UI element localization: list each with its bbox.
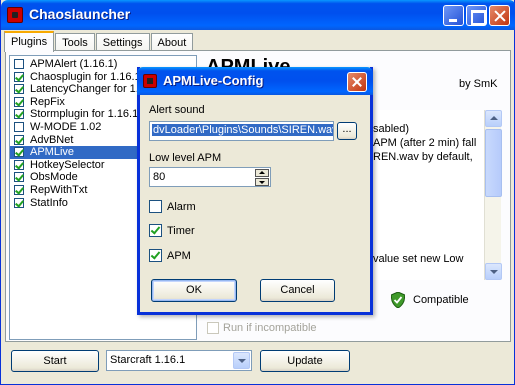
scroll-up-arrow-icon[interactable]: [485, 110, 502, 127]
tab-strip: Plugins Tools Settings About: [4, 31, 194, 52]
timer-label: Timer: [167, 224, 195, 237]
plugin-label: W-MODE 1.02: [30, 120, 102, 133]
apm-label: APM: [167, 249, 191, 262]
plugin-label: StatInfo: [30, 196, 68, 209]
plugin-checkbox[interactable]: [14, 109, 24, 120]
ok-button[interactable]: OK: [151, 279, 237, 302]
timer-checkbox[interactable]: Timer: [149, 224, 195, 237]
low-apm-label: Low level APM: [149, 152, 222, 164]
plugin-label: AdvBNet: [30, 133, 74, 146]
scroll-thumb[interactable]: [485, 129, 502, 197]
compatible-label: Compatible: [413, 294, 469, 306]
timer-box[interactable]: [149, 224, 162, 237]
spin-down-icon[interactable]: [255, 178, 269, 186]
plugin-checkbox[interactable]: [14, 172, 24, 183]
plugin-label: Stormplugin for 1.16.1: [30, 108, 139, 121]
spinner-buttons[interactable]: [255, 169, 269, 186]
plugin-label: RepWithTxt: [30, 183, 88, 196]
dialog-app-icon: [143, 74, 157, 88]
cancel-button[interactable]: Cancel: [260, 279, 335, 302]
spin-up-icon[interactable]: [255, 169, 269, 177]
start-button[interactable]: Start: [11, 350, 99, 372]
update-button[interactable]: Update: [260, 350, 350, 372]
alert-sound-value: dvLoader\Plugins\Sounds\SIREN.wav: [152, 124, 333, 136]
plugin-label: ObsMode: [30, 171, 78, 184]
dialog-title-bar[interactable]: APMLive-Config: [137, 67, 373, 95]
tab-plugins[interactable]: Plugins: [4, 31, 55, 52]
alert-sound-label: Alert sound: [149, 104, 205, 116]
version-select-value: Starcraft 1.16.1: [110, 354, 186, 366]
plugin-label: RepFix: [30, 95, 65, 108]
version-select[interactable]: Starcraft 1.16.1: [106, 350, 252, 371]
alarm-box[interactable]: [149, 200, 162, 213]
title-bar[interactable]: Chaoslauncher: [1, 0, 515, 30]
compatibility-status: Compatible: [391, 292, 469, 308]
run-if-incompatible-checkbox[interactable]: Run if incompatible: [207, 322, 317, 334]
chevron-down-icon[interactable]: [233, 352, 250, 369]
close-button[interactable]: [489, 5, 510, 26]
description-scrollbar[interactable]: [484, 110, 502, 280]
low-apm-spinner[interactable]: 80: [149, 167, 271, 187]
browse-button[interactable]: ...: [337, 122, 357, 140]
plugin-label: APMAlert (1.16.1): [30, 58, 118, 70]
alarm-checkbox[interactable]: Alarm: [149, 200, 196, 213]
run-if-incompatible-box[interactable]: [207, 322, 219, 334]
plugin-checkbox[interactable]: [14, 147, 24, 158]
low-apm-value: 80: [153, 171, 166, 183]
alarm-label: Alarm: [167, 200, 196, 213]
green-shield-icon: [391, 292, 405, 308]
plugin-label: Chaosplugin for 1.16.1: [30, 70, 141, 83]
plugin-label: HotkeySelector: [30, 158, 105, 171]
plugin-checkbox[interactable]: [14, 96, 24, 107]
plugin-checkbox[interactable]: [14, 159, 24, 170]
desc-line: REN.wav by default,: [373, 151, 473, 163]
desc-line: APM (after 2 min) fall: [373, 137, 477, 149]
plugin-checkbox[interactable]: [14, 59, 24, 69]
scroll-down-arrow-icon[interactable]: [485, 263, 502, 280]
plugin-description: sabled) APM (after 2 min) fall REN.wav b…: [371, 110, 489, 280]
plugin-checkbox[interactable]: [14, 71, 24, 82]
app-icon: [7, 7, 23, 23]
plugin-checkbox[interactable]: [14, 184, 24, 195]
plugin-checkbox[interactable]: [14, 121, 24, 132]
plugin-checkbox[interactable]: [14, 84, 24, 95]
alert-sound-input[interactable]: dvLoader\Plugins\Sounds\SIREN.wav: [149, 121, 334, 141]
plugin-author: by SmK: [459, 78, 498, 90]
maximize-button[interactable]: [466, 5, 487, 26]
plugin-label: APMLive: [30, 146, 75, 159]
minimize-button[interactable]: [443, 5, 464, 26]
desc-line: sabled): [373, 123, 410, 135]
apm-checkbox[interactable]: APM: [149, 249, 191, 262]
plugin-checkbox[interactable]: [14, 197, 24, 208]
dialog-close-button[interactable]: [347, 72, 367, 92]
desc-line: value set new Low: [373, 253, 464, 265]
window-title: Chaoslauncher: [29, 6, 131, 22]
apmlive-config-dialog: APMLive-Config Alert sound dvLoader\Plug…: [137, 67, 373, 315]
run-if-incompatible-label: Run if incompatible: [223, 322, 317, 334]
apm-box[interactable]: [149, 249, 162, 262]
plugin-checkbox[interactable]: [14, 134, 24, 145]
dialog-title: APMLive-Config: [163, 73, 264, 88]
